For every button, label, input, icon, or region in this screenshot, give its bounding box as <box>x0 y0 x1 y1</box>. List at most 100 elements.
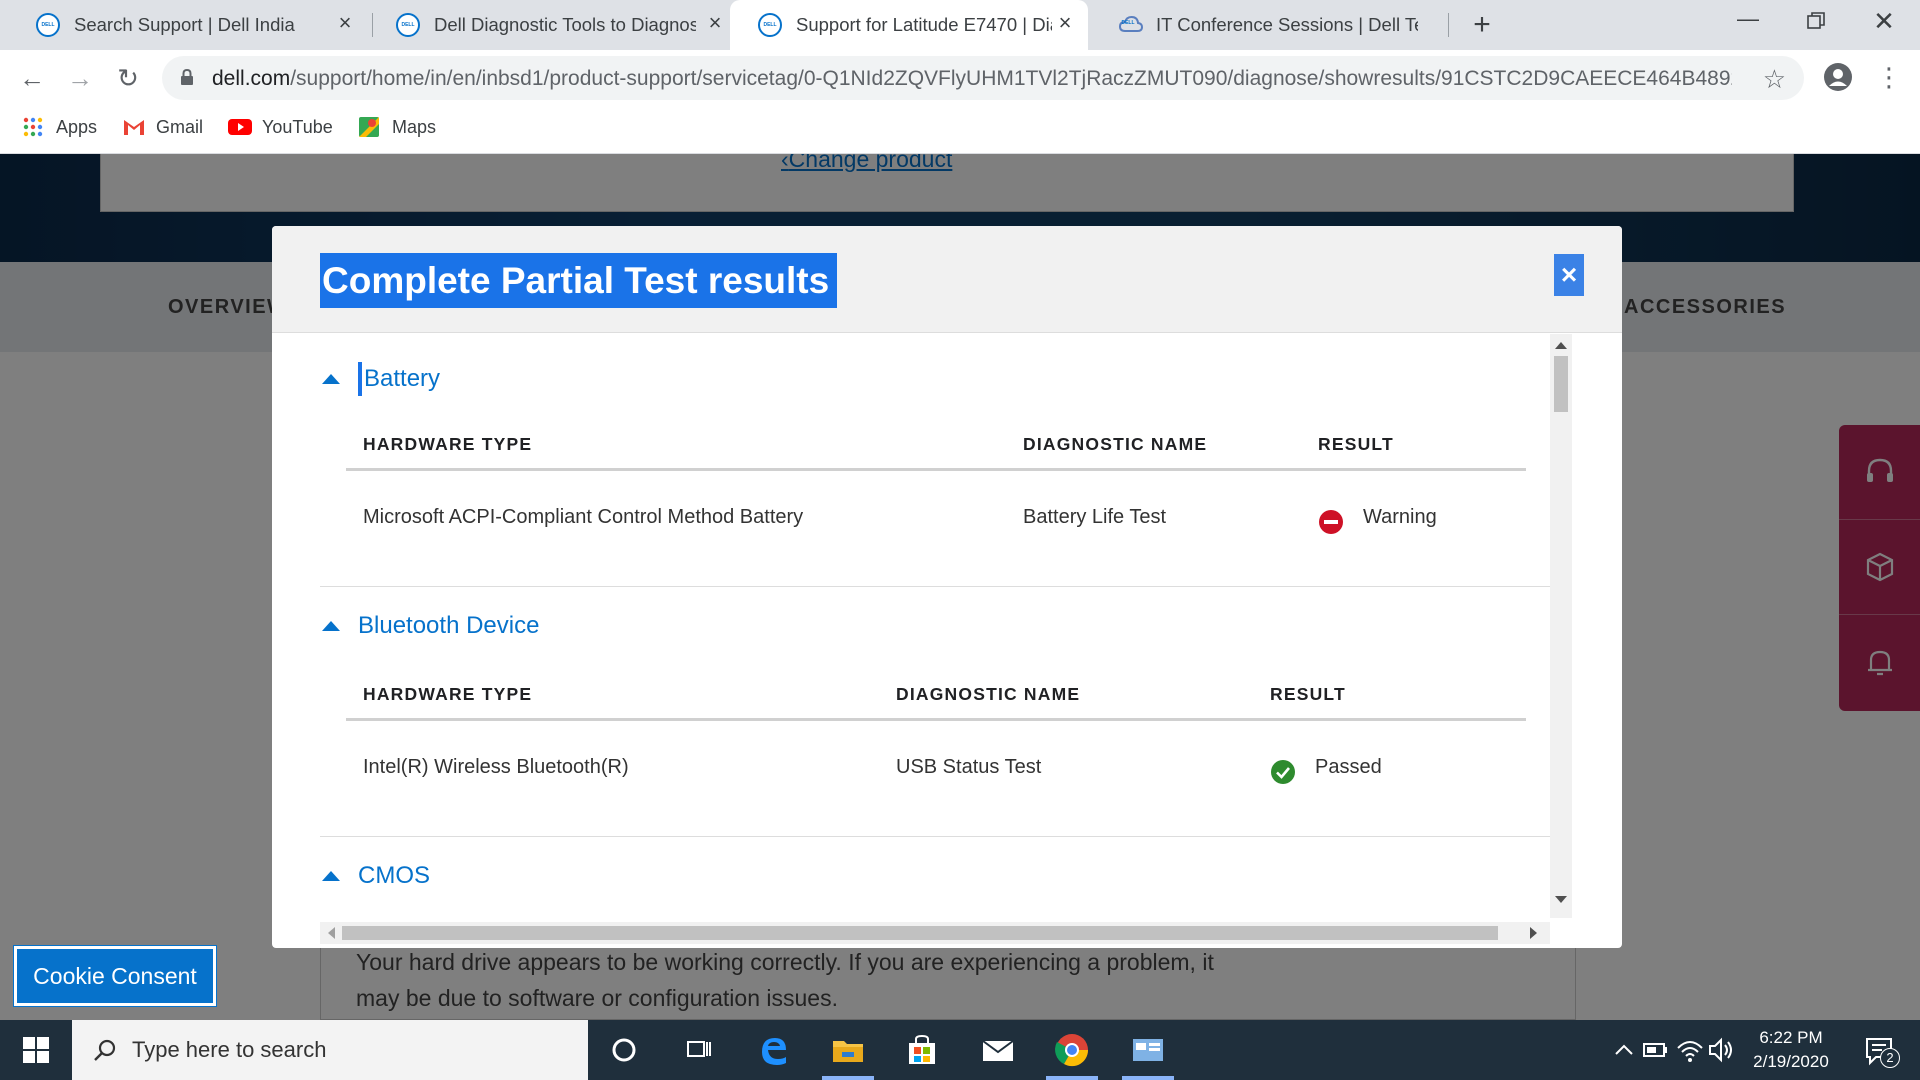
notification-count-badge: 2 <box>1880 1048 1900 1068</box>
tab-it-conference[interactable]: IT Conference Sessions | Dell Tech <box>1090 0 1448 50</box>
cell-result: Passed <box>1315 756 1382 778</box>
dell-favicon <box>758 13 782 37</box>
horizontal-scrollbar[interactable] <box>320 922 1550 944</box>
tab-dell-diagnostic-tools[interactable]: Dell Diagnostic Tools to Diagnose × <box>368 0 728 50</box>
close-window-button[interactable]: ✕ <box>1864 6 1904 36</box>
passed-check-icon <box>1271 760 1295 784</box>
scroll-up-arrow-icon[interactable] <box>1555 342 1567 349</box>
bookmark-maps[interactable]: Maps <box>358 116 436 138</box>
modal-header: Complete Partial Test results × <box>272 226 1622 333</box>
restore-button[interactable] <box>1796 6 1836 36</box>
file-explorer-icon[interactable] <box>830 1032 866 1068</box>
vertical-scroll-thumb[interactable] <box>1554 356 1568 412</box>
back-arrow-icon[interactable]: ← <box>18 64 46 92</box>
column-header-diagnostic-name: DIAGNOSTIC NAME <box>1023 434 1208 454</box>
chrome-icon[interactable] <box>1054 1032 1090 1068</box>
tab-close-icon[interactable]: × <box>704 12 726 34</box>
cookie-consent-button[interactable]: Cookie Consent <box>13 945 217 1007</box>
section-title: Battery <box>364 365 441 392</box>
cell-hardware-type: Microsoft ACPI-Compliant Control Method … <box>363 506 804 528</box>
text-cursor <box>358 362 362 396</box>
dell-favicon <box>396 13 420 37</box>
profile-avatar-icon[interactable] <box>1824 63 1852 91</box>
tab-support-latitude[interactable]: Support for Latitude E7470 | Diag × <box>730 0 1088 50</box>
tab-close-icon[interactable]: × <box>334 12 356 34</box>
windows-logo-icon <box>23 1037 49 1063</box>
task-view-icon[interactable] <box>680 1032 716 1068</box>
microsoft-store-icon[interactable] <box>904 1032 940 1068</box>
cell-result: Warning <box>1363 506 1437 528</box>
modal-title: Complete Partial Test results <box>320 253 838 308</box>
edge-browser-icon[interactable] <box>756 1032 792 1068</box>
taskbar-clock[interactable]: 6:22 PM 2/19/2020 <box>1736 1026 1846 1074</box>
bookmark-gmail[interactable]: Gmail <box>122 116 203 138</box>
control-panel-icon[interactable] <box>1130 1032 1166 1068</box>
windows-taskbar: Type here to search 6:22 PM 2/19/2020 2 <box>0 1020 1920 1080</box>
cell-diagnostic-name: Battery Life Test <box>1023 506 1167 528</box>
active-app-indicator <box>1122 1076 1174 1080</box>
maps-icon <box>358 116 380 138</box>
tab-separator <box>1448 13 1449 37</box>
cell-diagnostic-name: USB Status Test <box>896 756 1042 778</box>
youtube-icon <box>228 116 252 138</box>
browser-menu-icon[interactable]: ⋮ <box>1876 62 1902 92</box>
section-title: Bluetooth Device <box>358 612 540 639</box>
close-icon[interactable]: × <box>1554 254 1584 296</box>
scroll-down-arrow-icon[interactable] <box>1555 896 1567 903</box>
section-toggle-bluetooth-device[interactable]: Bluetooth Device <box>320 612 539 640</box>
horizontal-scroll-thumb[interactable] <box>342 926 1498 940</box>
dell-favicon <box>36 13 60 37</box>
column-header-hardware-type: HARDWARE TYPE <box>363 434 533 454</box>
bookmark-label: Gmail <box>156 116 204 137</box>
tab-title: Support for Latitude E7470 | Diag <box>796 14 1052 35</box>
scroll-left-arrow-icon[interactable] <box>328 927 335 939</box>
column-header-result: RESULT <box>1270 684 1346 704</box>
tab-title: Dell Diagnostic Tools to Diagnose <box>434 14 696 35</box>
clock-time: 6:22 PM <box>1759 1028 1823 1047</box>
scroll-right-arrow-icon[interactable] <box>1530 927 1537 939</box>
taskbar-search-box[interactable]: Type here to search <box>72 1020 588 1080</box>
browser-tab-strip: Search Support | Dell India × Dell Diagn… <box>0 0 1920 50</box>
cell-hardware-type: Intel(R) Wireless Bluetooth(R) <box>363 756 629 778</box>
chevron-up-icon[interactable] <box>1608 1034 1644 1070</box>
mail-icon[interactable] <box>980 1032 1016 1068</box>
minimize-button[interactable]: — <box>1728 6 1768 36</box>
reload-icon[interactable]: ↻ <box>114 64 142 92</box>
bookmarks-bar: Apps Gmail YouTube Maps <box>0 106 1920 154</box>
url-path: /support/home/in/en/inbsd1/product-suppo… <box>290 67 1732 90</box>
bookmark-youtube[interactable]: YouTube <box>228 116 333 138</box>
section-title: CMOS <box>358 862 430 889</box>
url-domain: dell.com <box>212 67 291 90</box>
table-header-rule <box>346 718 1526 721</box>
caret-up-icon <box>322 621 340 631</box>
vertical-scrollbar[interactable] <box>1550 334 1572 918</box>
cortana-icon[interactable] <box>606 1032 642 1068</box>
bookmark-apps[interactable]: Apps <box>22 116 97 138</box>
warning-icon <box>1319 510 1343 534</box>
column-header-diagnostic-name: DIAGNOSTIC NAME <box>896 684 1081 704</box>
column-header-hardware-type: HARDWARE TYPE <box>363 684 533 704</box>
modal-body: Battery HARDWARE TYPE DIAGNOSTIC NAME RE… <box>272 334 1622 948</box>
wifi-icon[interactable] <box>1674 1034 1710 1070</box>
column-header-result: RESULT <box>1318 434 1394 454</box>
cloud-favicon <box>1118 13 1144 37</box>
start-button[interactable] <box>0 1020 72 1080</box>
tab-title: Search Support | Dell India <box>74 14 295 35</box>
forward-arrow-icon[interactable]: → <box>66 64 94 92</box>
clock-date: 2/19/2020 <box>1753 1052 1829 1071</box>
new-tab-button[interactable]: + <box>1462 8 1502 41</box>
tab-search-support[interactable]: Search Support | Dell India × <box>8 0 368 50</box>
section-toggle-battery[interactable]: Battery <box>320 362 440 396</box>
section-divider <box>320 836 1550 837</box>
tab-close-icon[interactable]: × <box>1054 12 1076 34</box>
battery-icon[interactable] <box>1640 1034 1676 1070</box>
bookmark-star-icon[interactable]: ☆ <box>1763 64 1786 95</box>
search-icon <box>94 1039 116 1061</box>
section-divider <box>320 586 1550 587</box>
gmail-icon <box>122 116 144 138</box>
address-bar[interactable]: dell.com/support/home/in/en/inbsd1/produ… <box>162 56 1804 100</box>
action-center-icon[interactable]: 2 <box>1862 1032 1900 1068</box>
section-toggle-cmos[interactable]: CMOS <box>320 862 430 890</box>
test-results-modal: Complete Partial Test results × Battery … <box>272 226 1622 948</box>
active-app-indicator <box>822 1076 874 1080</box>
